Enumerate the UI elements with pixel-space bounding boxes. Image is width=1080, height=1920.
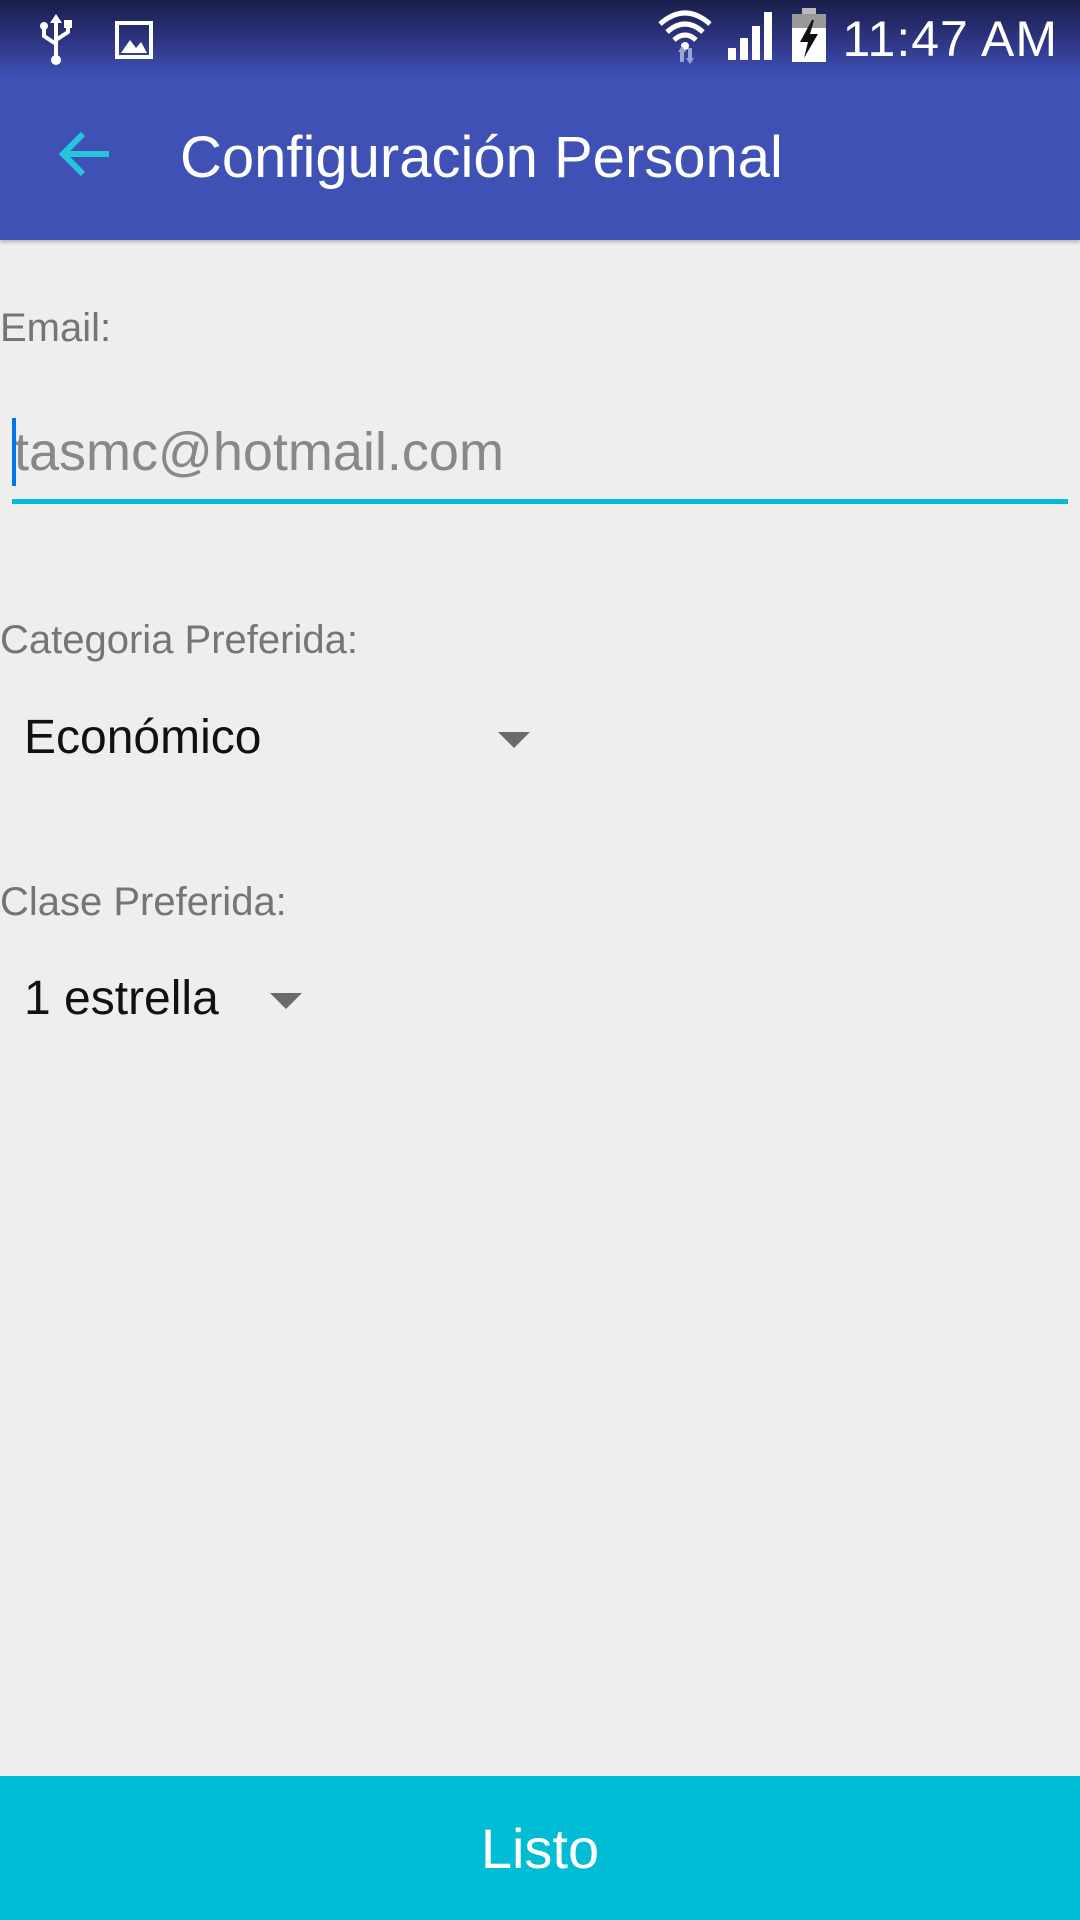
email-field[interactable] <box>12 412 1068 492</box>
arrow-back-icon <box>57 130 113 183</box>
app-bar: Configuración Personal <box>0 76 1080 240</box>
wifi-icon <box>658 8 713 69</box>
back-button[interactable] <box>40 116 130 196</box>
class-label: Clase Preferida: <box>0 880 287 924</box>
class-selected-value: 1 estrella <box>24 972 219 1025</box>
done-button[interactable]: Listo <box>0 1776 1080 1920</box>
category-selected-value: Económico <box>24 711 262 764</box>
dropdown-arrow-icon <box>270 993 302 1009</box>
battery-charging-icon <box>790 8 828 69</box>
image-icon <box>114 20 154 65</box>
dropdown-arrow-icon <box>498 732 530 748</box>
email-field-container <box>12 392 1068 504</box>
status-time: 11:47 AM <box>842 10 1058 67</box>
usb-icon <box>38 14 74 71</box>
category-spinner[interactable]: Económico <box>0 692 560 796</box>
text-cursor <box>12 418 16 486</box>
signal-icon <box>726 10 776 67</box>
category-label: Categoria Preferida: <box>0 618 358 662</box>
email-label: Email: <box>0 306 112 350</box>
status-bar: 11:47 AM <box>0 0 1080 76</box>
class-spinner[interactable]: 1 estrella <box>0 953 330 1057</box>
page-title: Configuración Personal <box>180 125 783 190</box>
